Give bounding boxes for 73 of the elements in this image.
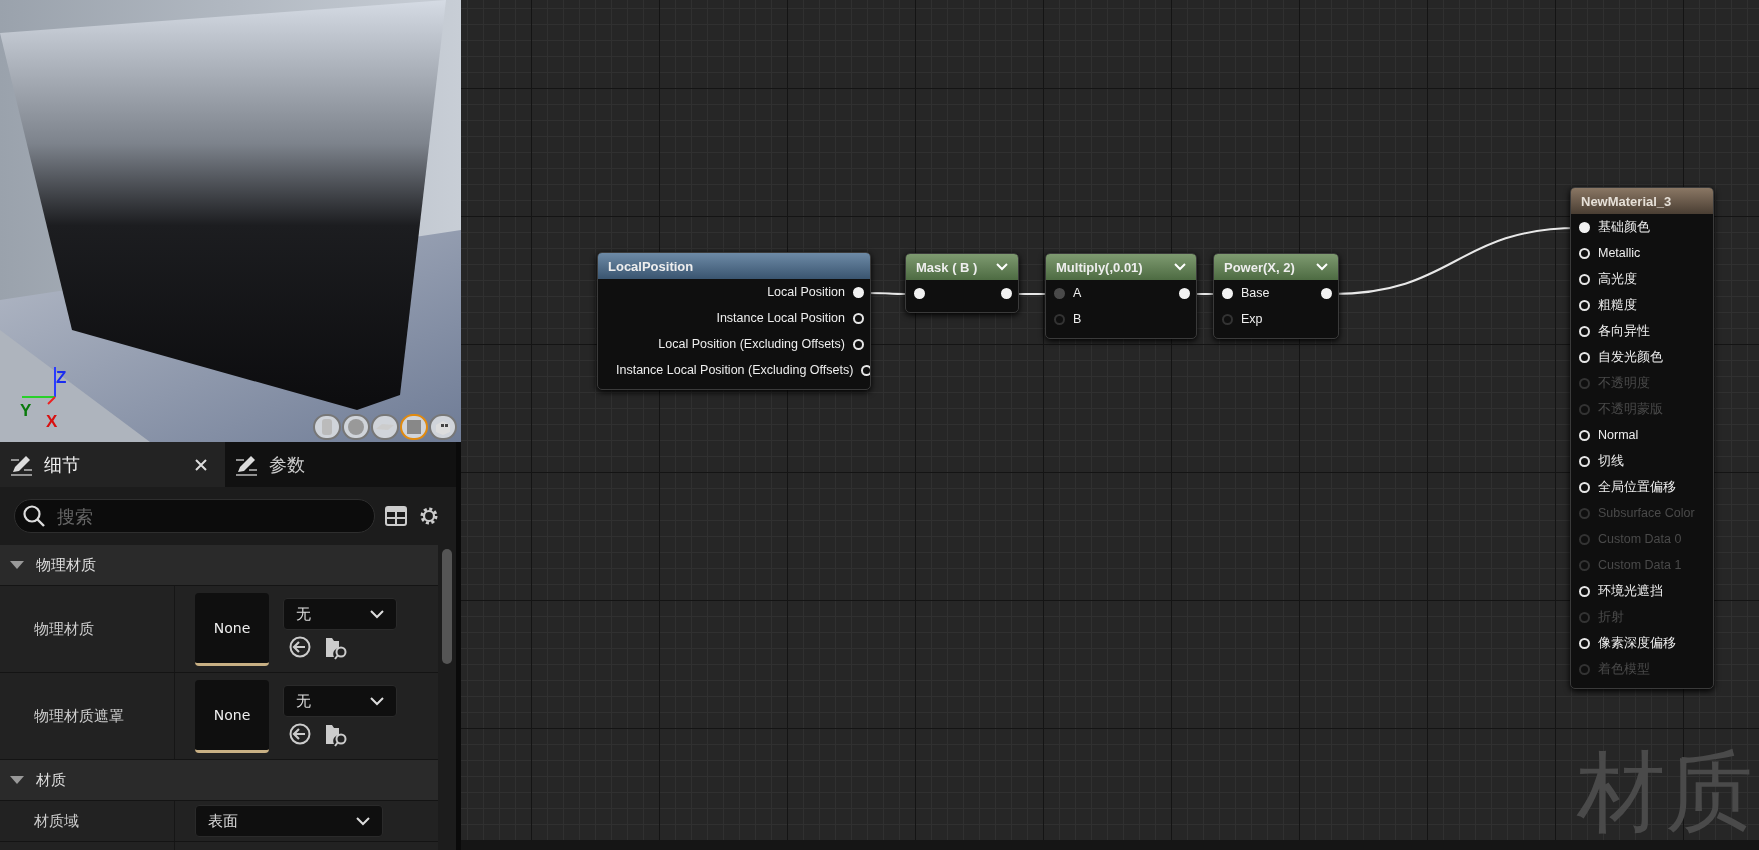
- pin-label: Instance Local Position: [716, 311, 845, 325]
- arrow-left-circle-icon[interactable]: [289, 723, 311, 745]
- output-pin-icon[interactable]: [853, 338, 864, 350]
- search-icon: [22, 504, 46, 528]
- pin-label: Local Position: [767, 285, 845, 299]
- chevron-icon[interactable]: [1174, 263, 1186, 271]
- pin-label: 各向异性: [1598, 322, 1650, 340]
- axis-label: X: [46, 413, 58, 430]
- asset-thumbnail[interactable]: None: [195, 679, 269, 753]
- scrollbar-thumb[interactable]: [442, 549, 452, 664]
- pin-label: Custom Data 1: [1598, 558, 1682, 572]
- chevron-icon[interactable]: [996, 263, 1008, 271]
- graph-node[interactable]: Mask ( B ): [905, 253, 1019, 313]
- close-icon[interactable]: [195, 458, 207, 471]
- table-icon[interactable]: [385, 505, 407, 527]
- caret-icon: [10, 560, 24, 570]
- node-title: LocalPosition: [608, 258, 694, 274]
- pin-label: 像素深度偏移: [1598, 634, 1676, 652]
- pin-label: Metallic: [1598, 246, 1641, 260]
- output-pin-icon[interactable]: [853, 286, 864, 298]
- output-pin-icon[interactable]: [853, 312, 864, 324]
- pin-label: Normal: [1598, 428, 1639, 442]
- output-pin-icon[interactable]: [1001, 287, 1012, 299]
- property-label: 物理材质: [34, 619, 94, 639]
- output-pin-icon[interactable]: [861, 364, 870, 376]
- pin-label: Exp: [1241, 312, 1263, 326]
- chevron-icon: [370, 609, 384, 619]
- panel-tab[interactable]: 细节: [0, 442, 225, 487]
- folder-search-icon[interactable]: [325, 723, 349, 747]
- pin-label: B: [1073, 312, 1082, 326]
- axis-label: Y: [20, 402, 32, 419]
- arrow-left-circle-icon[interactable]: [289, 636, 311, 658]
- output-pin-icon[interactable]: [1179, 287, 1190, 299]
- node-title: Multiply(,0.01): [1056, 259, 1143, 275]
- pencil-icon: [10, 453, 34, 476]
- pin-label: 粗糙度: [1598, 296, 1637, 314]
- folder-search-icon[interactable]: [325, 636, 349, 660]
- pin-label: 全局位置偏移: [1598, 478, 1676, 496]
- caret-icon: [10, 775, 24, 785]
- pin-label: Instance Local Position (Excluding Offsets): [616, 363, 854, 377]
- node-title: Power(X, 2): [1224, 259, 1295, 275]
- pin-label: Custom Data 0: [1598, 532, 1682, 546]
- section-header[interactable]: 材质: [0, 760, 438, 801]
- node-title: NewMaterial_3: [1581, 193, 1672, 209]
- cube-icon: [404, 417, 424, 437]
- sphere-icon: [346, 417, 366, 437]
- select-dropdown[interactable]: 表面: [195, 805, 383, 837]
- pin-label: 自发光颜色: [1598, 348, 1663, 366]
- pin-label: Local Position (Excluding Offsets): [658, 337, 845, 351]
- pin-label: 切线: [1598, 452, 1624, 470]
- pin-label: A: [1073, 286, 1082, 300]
- pencil-icon: [235, 453, 259, 476]
- pin-label: 高光度: [1598, 270, 1637, 288]
- search-field[interactable]: 搜索: [14, 499, 375, 533]
- chevron-icon: [356, 816, 370, 826]
- pin-label: Subsurface Color: [1598, 506, 1695, 520]
- chevron-icon[interactable]: [1316, 263, 1328, 271]
- panel-tab[interactable]: 参数: [225, 442, 450, 487]
- section-header[interactable]: 物理材质: [0, 545, 438, 586]
- output-pin-icon[interactable]: [1321, 287, 1332, 299]
- graph-node[interactable]: LocalPosition Local Position Instance Local Position Local Position (Excluding Offsets) Instance Local Position (Excluding Offsets): [597, 252, 871, 390]
- pin-label: 环境光遮挡: [1598, 582, 1663, 600]
- graph-canvas[interactable]: [461, 0, 1759, 850]
- asset-dropdown[interactable]: 无: [283, 685, 397, 717]
- asset-dropdown[interactable]: 无: [283, 598, 397, 630]
- pin-label: Base: [1241, 286, 1270, 300]
- property-label: 材质域: [34, 811, 79, 831]
- property-label: 物理材质遮罩: [34, 706, 124, 726]
- pin-label: 基础颜色: [1598, 218, 1650, 236]
- axis-label: Z: [56, 369, 67, 386]
- node-title: Mask ( B ): [916, 259, 978, 275]
- chevron-icon: [370, 696, 384, 706]
- asset-thumbnail[interactable]: None: [195, 592, 269, 666]
